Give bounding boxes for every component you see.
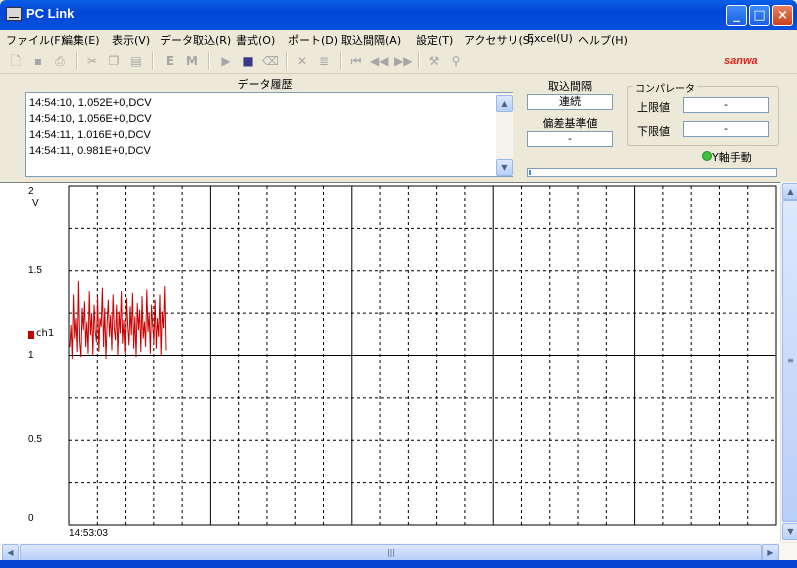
copy-icon[interactable]: ❐ <box>106 53 122 69</box>
play-icon[interactable]: ▶ <box>218 53 234 69</box>
history-scrollbar[interactable]: ▲ ▼ <box>496 93 513 176</box>
first-icon[interactable]: ⏮ <box>348 53 364 69</box>
y-unit-label: V <box>32 198 39 209</box>
progress-fill <box>529 170 532 175</box>
history-list[interactable]: 14:54:10, 1.052E+0,DCV 14:54:10, 1.056E+… <box>25 92 513 177</box>
maximize-button[interactable]: □ <box>749 5 770 26</box>
chart-svg <box>68 185 777 526</box>
close-button[interactable]: × <box>772 5 793 26</box>
y-tick-label: 1.5 <box>28 264 42 276</box>
title-bar <box>0 0 797 30</box>
y-tick-label: 1 <box>28 349 34 361</box>
deviation-label: 偏差基準値 <box>542 117 598 130</box>
scroll-up-icon[interactable]: ▲ <box>782 183 797 200</box>
progress-bar <box>527 168 777 177</box>
tools-icon[interactable]: ⚒ <box>426 53 442 69</box>
y-tick-label: 0.5 <box>28 434 42 446</box>
window-title: PC Link <box>26 6 75 21</box>
menu-edit[interactable]: 編集(E) <box>62 32 100 48</box>
scroll-left-icon[interactable]: ◀ <box>2 544 19 561</box>
comparator-legend: コンパレータ <box>633 80 697 95</box>
menu-file[interactable]: ファイル(F) <box>6 32 65 48</box>
cut-icon[interactable]: ✂ <box>84 53 100 69</box>
next-icon[interactable]: ▶▶ <box>394 53 412 69</box>
scroll-down-icon[interactable]: ▼ <box>782 523 797 540</box>
menu-accessories[interactable]: アクセサリ(S) <box>464 32 534 48</box>
pin-icon[interactable]: ⚲ <box>448 53 464 69</box>
horizontal-scrollbar[interactable]: ◀ ||| ▶ <box>0 543 797 561</box>
x-start-time: 14:53:03 <box>69 528 108 539</box>
interval-label: 取込間隔 <box>548 80 592 93</box>
menu-excel[interactable]: Excel(U) <box>527 32 573 45</box>
history-line: 14:54:10, 1.052E+0,DCV <box>29 97 152 109</box>
menu-interval[interactable]: 取込間隔(A) <box>341 32 401 48</box>
lower-limit-label: 下限値 <box>637 125 670 138</box>
list-icon[interactable]: ≣ <box>316 53 332 69</box>
history-line: 14:54:11, 1.016E+0,DCV <box>29 129 151 141</box>
menu-data-capture[interactable]: データ取込(R) <box>160 32 231 48</box>
scroll-up-icon[interactable]: ▲ <box>496 95 513 112</box>
delete-icon[interactable]: ✕ <box>294 53 310 69</box>
history-line: 14:54:11, 0.981E+0,DCV <box>29 145 151 157</box>
app-icon[interactable] <box>6 7 22 21</box>
e-icon[interactable]: E <box>162 53 178 69</box>
history-label: データ履歴 <box>237 78 293 91</box>
vertical-scrollbar[interactable]: ▲ ▼ ≡ <box>780 182 797 542</box>
window-frame <box>0 560 797 568</box>
history-line: 14:54:10, 1.056E+0,DCV <box>29 113 152 125</box>
y-tick-label: 2 <box>28 186 34 197</box>
clear-icon[interactable]: ⌫ <box>262 53 279 69</box>
y-axis-mode-label[interactable]: Y軸手動 <box>712 149 752 165</box>
m-icon[interactable]: M <box>184 53 200 69</box>
menu-help[interactable]: ヘルプ(H) <box>578 32 628 48</box>
interval-field: 連続 <box>527 94 613 110</box>
ch1-color-marker <box>28 331 34 339</box>
scroll-down-icon[interactable]: ▼ <box>496 159 513 176</box>
save-icon[interactable]: ▪ <box>30 53 46 69</box>
stop-icon[interactable]: ■ <box>240 53 256 69</box>
minimize-button[interactable]: _ <box>726 5 747 26</box>
y-tick-label: 0 <box>28 513 34 524</box>
y-axis-indicator-icon <box>702 151 712 161</box>
lower-limit-field: - <box>683 121 769 137</box>
scroll-right-icon[interactable]: ▶ <box>762 544 779 561</box>
menu-port[interactable]: ポート(D) <box>288 32 338 48</box>
print-icon[interactable]: ⎙ <box>52 53 68 69</box>
prev-icon[interactable]: ◀◀ <box>370 53 388 69</box>
upper-limit-label: 上限値 <box>637 101 670 114</box>
vertical-scroll-thumb[interactable]: ≡ <box>782 200 797 522</box>
menu-bar: ファイル(F) 編集(E) 表示(V) データ取込(R) 書式(O) ポート(D… <box>0 30 797 49</box>
chart-panel: 2 1.5 1 0.5 0 V ch1 14:53:03 <box>0 182 781 543</box>
paste-icon[interactable]: ▤ <box>128 53 144 69</box>
upper-limit-field: - <box>683 97 769 113</box>
menu-settings[interactable]: 設定(T) <box>416 32 453 48</box>
deviation-field: - <box>527 131 613 147</box>
horizontal-scroll-thumb[interactable]: ||| <box>20 544 762 561</box>
sanwa-logo: sanwa <box>724 55 758 67</box>
new-icon[interactable]: 🗋 <box>8 53 24 69</box>
menu-format[interactable]: 書式(O) <box>236 32 275 48</box>
toolbar: 🗋 ▪ ⎙ ✂ ❐ ▤ E M ▶ ■ ⌫ ✕ ≣ ⏮ ◀◀ ▶▶ ⚒ ⚲ sa… <box>0 49 797 74</box>
ch1-label: ch1 <box>36 328 55 339</box>
menu-view[interactable]: 表示(V) <box>112 32 150 48</box>
